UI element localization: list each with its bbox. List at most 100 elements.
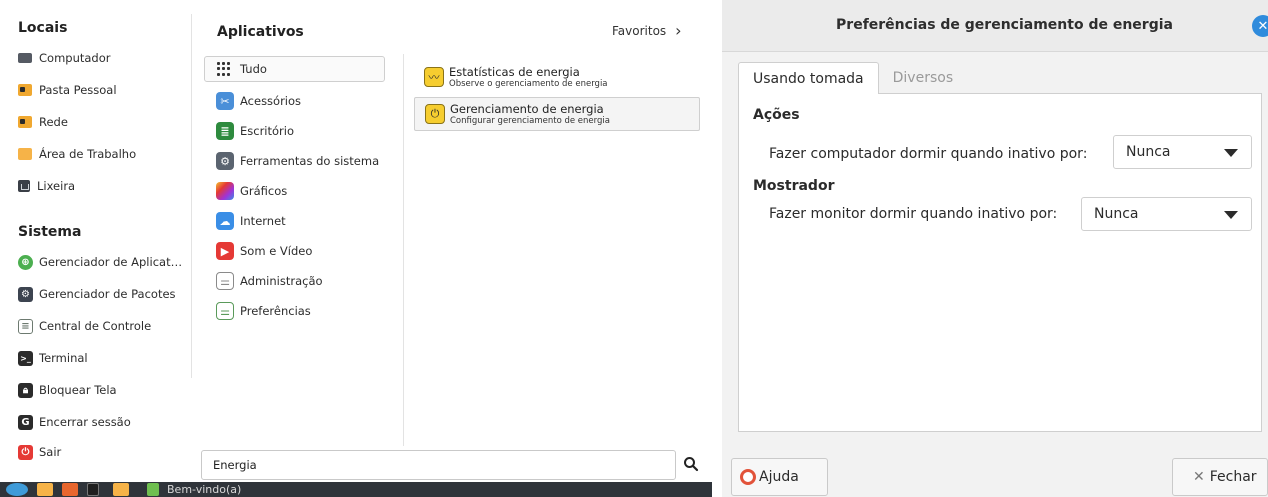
category-administracao[interactable]: ⚌ Administração (212, 268, 384, 294)
system-item-label: Gerenciador de Pacotes (39, 287, 176, 301)
close-button[interactable]: ✕ Fechar (1172, 458, 1268, 496)
system-item-terminal[interactable]: >_ Terminal (18, 347, 88, 369)
help-label: Ajuda (759, 469, 799, 485)
category-som-e-video[interactable]: ▶ Som e Vídeo (212, 238, 384, 264)
menu-divider (191, 14, 192, 378)
system-title: Sistema (18, 224, 82, 240)
category-graficos[interactable]: Gráficos (212, 178, 384, 204)
system-item-label: Encerrar sessão (39, 415, 131, 429)
places-title: Locais (18, 20, 68, 36)
dropdown-arrow-icon (1224, 149, 1238, 157)
category-label: Ferramentas do sistema (240, 154, 380, 168)
category-label: Tudo (240, 62, 267, 76)
accessories-icon: ✂ (216, 92, 234, 110)
terminal-icon[interactable] (87, 483, 99, 496)
place-label: Lixeira (37, 179, 76, 193)
place-rede[interactable]: Rede (18, 111, 68, 133)
logout-icon: G (18, 414, 33, 430)
tab-panel: Ações Fazer computador dormir quando ina… (738, 93, 1262, 432)
app-text: Gerenciamento de energia Configurar gere… (450, 101, 610, 126)
system-item-label: Central de Controle (39, 319, 152, 333)
home-folder-icon (18, 84, 32, 96)
place-label: Computador (39, 51, 111, 65)
favorites-button[interactable]: Favoritos › (612, 21, 682, 40)
terminal-icon: >_ (18, 350, 33, 366)
dropdown-arrow-icon (1224, 211, 1238, 219)
taskbar-window-label[interactable]: Bem-vindo(a) (167, 483, 241, 496)
category-label: Acessórios (240, 94, 302, 108)
tab-usando-tomada[interactable]: Usando tomada (738, 62, 879, 94)
system-item-logout[interactable]: G Encerrar sessão (18, 411, 131, 433)
dialog-header: Preferências de gerenciamento de energia… (722, 0, 1268, 52)
software-manager-icon: ⊕ (18, 254, 33, 270)
power-preferences-dialog: Preferências de gerenciamento de energia… (722, 0, 1268, 497)
lock-icon: 🔒︎ (18, 382, 33, 398)
place-lixeira[interactable]: Lixeira (18, 175, 75, 197)
package-manager-icon: ⚙ (18, 286, 33, 302)
sleep-computer-select[interactable]: Nunca (1113, 135, 1252, 169)
category-label: Som e Vídeo (240, 244, 313, 258)
close-icon[interactable]: ✕ (1252, 15, 1268, 37)
welcome-icon (147, 483, 159, 496)
help-lifebuoy-icon (740, 469, 756, 485)
category-label: Internet (240, 214, 286, 228)
system-item-quit[interactable]: ⏻ Sair (18, 441, 61, 463)
power-statistics-icon: 〰 (424, 67, 444, 87)
sound-video-icon: ▶ (216, 242, 234, 260)
network-folder-icon (18, 116, 32, 128)
control-center-icon: ≡ (18, 318, 33, 334)
menu-divider (403, 54, 404, 446)
place-area-de-trabalho[interactable]: Área de Trabalho (18, 143, 136, 165)
close-label: Fechar (1209, 469, 1257, 485)
tab-diversos[interactable]: Diversos (879, 62, 967, 94)
app-name: Gerenciamento de energia (450, 101, 604, 116)
application-menu: Locais Computador Pasta Pessoal Rede Áre… (0, 0, 712, 482)
category-internet[interactable]: ☁ Internet (212, 208, 384, 234)
favorites-label: Favoritos (612, 24, 667, 38)
system-item-label: Bloquear Tela (39, 383, 117, 397)
category-ferramentas[interactable]: ⚙ Ferramentas do sistema (212, 148, 384, 174)
preferences-icon: ⚌ (216, 302, 234, 320)
place-label: Pasta Pessoal (39, 83, 117, 97)
place-pasta-pessoal[interactable]: Pasta Pessoal (18, 79, 117, 101)
category-acessorios[interactable]: ✂ Acessórios (212, 88, 384, 114)
sleep-display-label: Fazer monitor dormir quando inativo por: (769, 206, 1058, 222)
category-preferencias[interactable]: ⚌ Preferências (212, 298, 384, 324)
app-power-management[interactable]: ⏻ Gerenciamento de energia Configurar ge… (414, 97, 700, 131)
software-icon[interactable] (62, 483, 78, 496)
taskbar: Bem-vindo(a) (0, 482, 712, 497)
categories-title: Aplicativos (217, 24, 304, 40)
place-label: Rede (39, 115, 68, 129)
chevron-right-icon: › (675, 21, 682, 40)
close-x-icon: ✕ (1193, 469, 1205, 485)
system-item-software-manager[interactable]: ⊕ Gerenciador de Aplicat… (18, 251, 182, 273)
help-button[interactable]: Ajuda (731, 458, 828, 496)
system-tools-icon: ⚙ (216, 152, 234, 170)
system-item-package-manager[interactable]: ⚙ Gerenciador de Pacotes (18, 283, 176, 305)
internet-icon: ☁ (216, 212, 234, 230)
category-tudo[interactable]: Tudo (204, 56, 385, 82)
category-escritorio[interactable]: ≣ Escritório (212, 118, 384, 144)
system-item-control-center[interactable]: ≡ Central de Controle (18, 315, 151, 337)
sleep-computer-label: Fazer computador dormir quando inativo p… (769, 146, 1088, 162)
sleep-display-select[interactable]: Nunca (1081, 197, 1252, 231)
app-name: Estatísticas de energia (449, 64, 580, 79)
menu-search-input[interactable]: Energia (201, 450, 676, 480)
system-item-label: Sair (39, 445, 62, 459)
app-text: Estatísticas de energia Observe o gerenc… (449, 64, 608, 89)
desktop-folder-icon (18, 148, 32, 160)
display-title: Mostrador (753, 178, 835, 194)
place-computador[interactable]: Computador (18, 47, 110, 69)
graphics-icon (216, 182, 234, 200)
files-icon[interactable] (113, 483, 129, 496)
system-item-label: Terminal (39, 351, 88, 365)
app-power-statistics[interactable]: 〰 Estatísticas de energia Observe o gere… (414, 60, 700, 94)
menu-launcher-icon[interactable] (6, 483, 28, 496)
category-label: Escritório (240, 124, 295, 138)
folder-icon[interactable] (37, 483, 53, 496)
search-icon[interactable] (683, 456, 699, 472)
system-item-lock-screen[interactable]: 🔒︎ Bloquear Tela (18, 379, 117, 401)
category-label: Administração (240, 274, 323, 288)
system-item-label: Gerenciador de Aplicat… (39, 255, 183, 269)
computer-icon (18, 53, 32, 63)
